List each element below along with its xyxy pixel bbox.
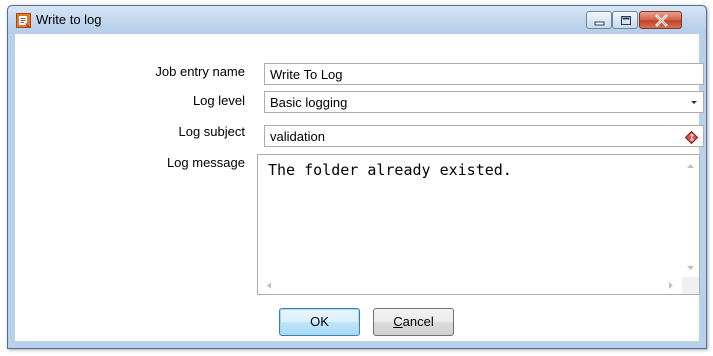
- close-button[interactable]: [639, 11, 682, 29]
- job-entry-name-field[interactable]: Write To Log: [264, 63, 704, 85]
- log-level-value: Basic logging: [270, 95, 348, 110]
- chevron-down-icon[interactable]: [685, 92, 703, 112]
- minimize-button[interactable]: [586, 11, 612, 29]
- variable-diamond-icon[interactable]: [684, 129, 699, 145]
- log-message-textarea[interactable]: The folder already existed.: [257, 154, 700, 295]
- scroll-right-icon[interactable]: [668, 281, 674, 290]
- log-message-label: Log message: [166, 155, 245, 170]
- horizontal-scrollbar[interactable]: [258, 277, 682, 294]
- log-subject-value: validation: [270, 129, 325, 144]
- scroll-down-icon[interactable]: [686, 265, 695, 271]
- vertical-scrollbar[interactable]: [682, 155, 699, 277]
- cancel-button[interactable]: Cancel: [373, 308, 454, 336]
- log-subject-label: Log subject: [178, 124, 246, 139]
- log-subject-field[interactable]: validation: [264, 125, 704, 147]
- close-icon: [655, 14, 668, 27]
- maximize-button[interactable]: [612, 11, 638, 29]
- scroll-left-icon[interactable]: [266, 281, 272, 290]
- scroll-up-icon[interactable]: [686, 163, 695, 169]
- cancel-mnemonic: C: [393, 314, 403, 329]
- minimize-icon: [594, 21, 605, 26]
- dialog-window: Write to log Job entry name Write To Log: [7, 5, 707, 349]
- app-icon: [16, 13, 31, 28]
- log-message-value: The folder already existed.: [268, 161, 512, 179]
- job-entry-name-label: Job entry name: [155, 64, 245, 79]
- maximize-icon: [621, 16, 631, 25]
- job-entry-name-value: Write To Log: [270, 67, 343, 82]
- scroll-corner: [682, 277, 699, 294]
- log-level-select[interactable]: Basic logging: [264, 91, 704, 113]
- log-level-label: Log level: [192, 93, 245, 108]
- window-title: Write to log: [36, 12, 102, 27]
- title-bar[interactable]: Write to log: [8, 6, 706, 34]
- ok-button[interactable]: OK: [279, 308, 360, 336]
- cancel-label-rest: ancel: [402, 314, 434, 329]
